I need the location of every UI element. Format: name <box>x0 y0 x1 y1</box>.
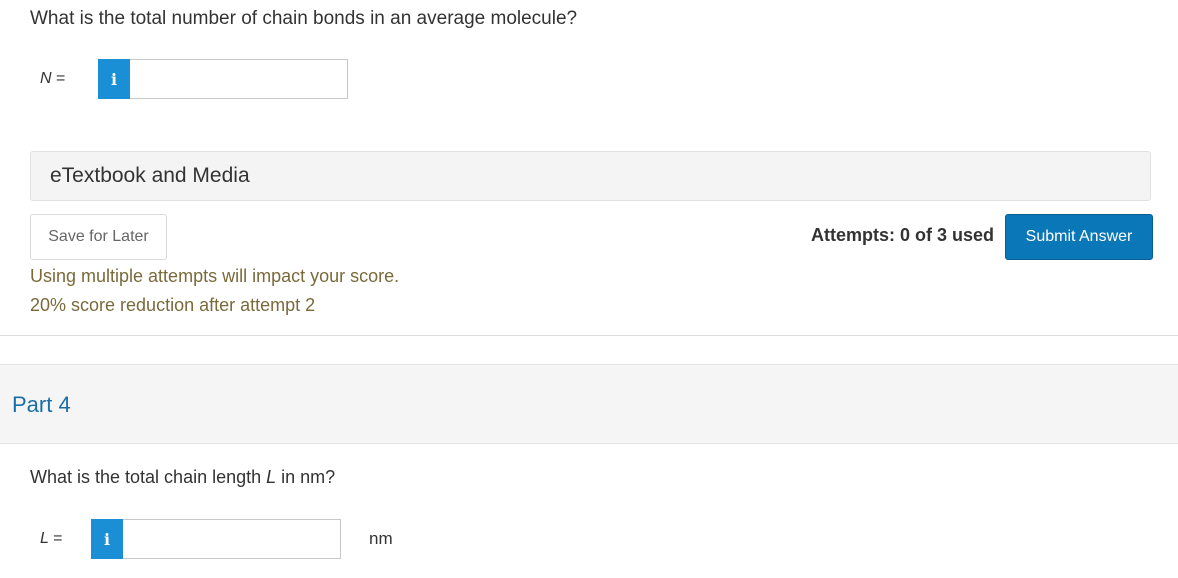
submit-answer-button[interactable]: Submit Answer <box>1005 214 1153 260</box>
attempt-warning: Using multiple attempts will impact your… <box>30 262 399 320</box>
section-divider <box>0 335 1178 336</box>
answer-input-n[interactable] <box>130 59 348 99</box>
variable-name: N <box>40 70 52 87</box>
answer-row-n: N = i <box>40 59 348 99</box>
answer-variable-label: N = <box>40 70 98 88</box>
question-pre: What is the total chain length <box>30 467 267 487</box>
unit-label: nm <box>369 529 393 548</box>
part-header: Part 4 <box>0 364 1178 444</box>
variable-name: L <box>40 530 49 547</box>
save-for-later-button[interactable]: Save for Later <box>30 214 167 260</box>
question-variable: L <box>266 467 277 487</box>
page: What is the total number of chain bonds … <box>0 0 1178 578</box>
warning-line-2: 20% score reduction after attempt 2 <box>30 295 316 315</box>
answer-row-l: L = i nm <box>40 519 393 559</box>
equals-sign: = <box>56 70 66 87</box>
info-icon[interactable]: i <box>91 519 123 559</box>
answer-variable-label: L = <box>40 530 91 548</box>
attempts-counter: Attempts: 0 of 3 used <box>810 225 994 245</box>
question-text-part4: What is the total chain length L in nm? <box>30 467 335 488</box>
question-post: in nm? <box>276 467 336 487</box>
etextbook-media-toggle[interactable]: eTextbook and Media <box>30 151 1151 201</box>
question-text: What is the total number of chain bonds … <box>30 8 578 29</box>
answer-input-l[interactable] <box>123 519 341 559</box>
part-title: Part 4 <box>12 392 71 417</box>
info-icon[interactable]: i <box>98 59 130 99</box>
equals-sign: = <box>53 530 63 547</box>
warning-line-1: Using multiple attempts will impact your… <box>30 266 400 286</box>
